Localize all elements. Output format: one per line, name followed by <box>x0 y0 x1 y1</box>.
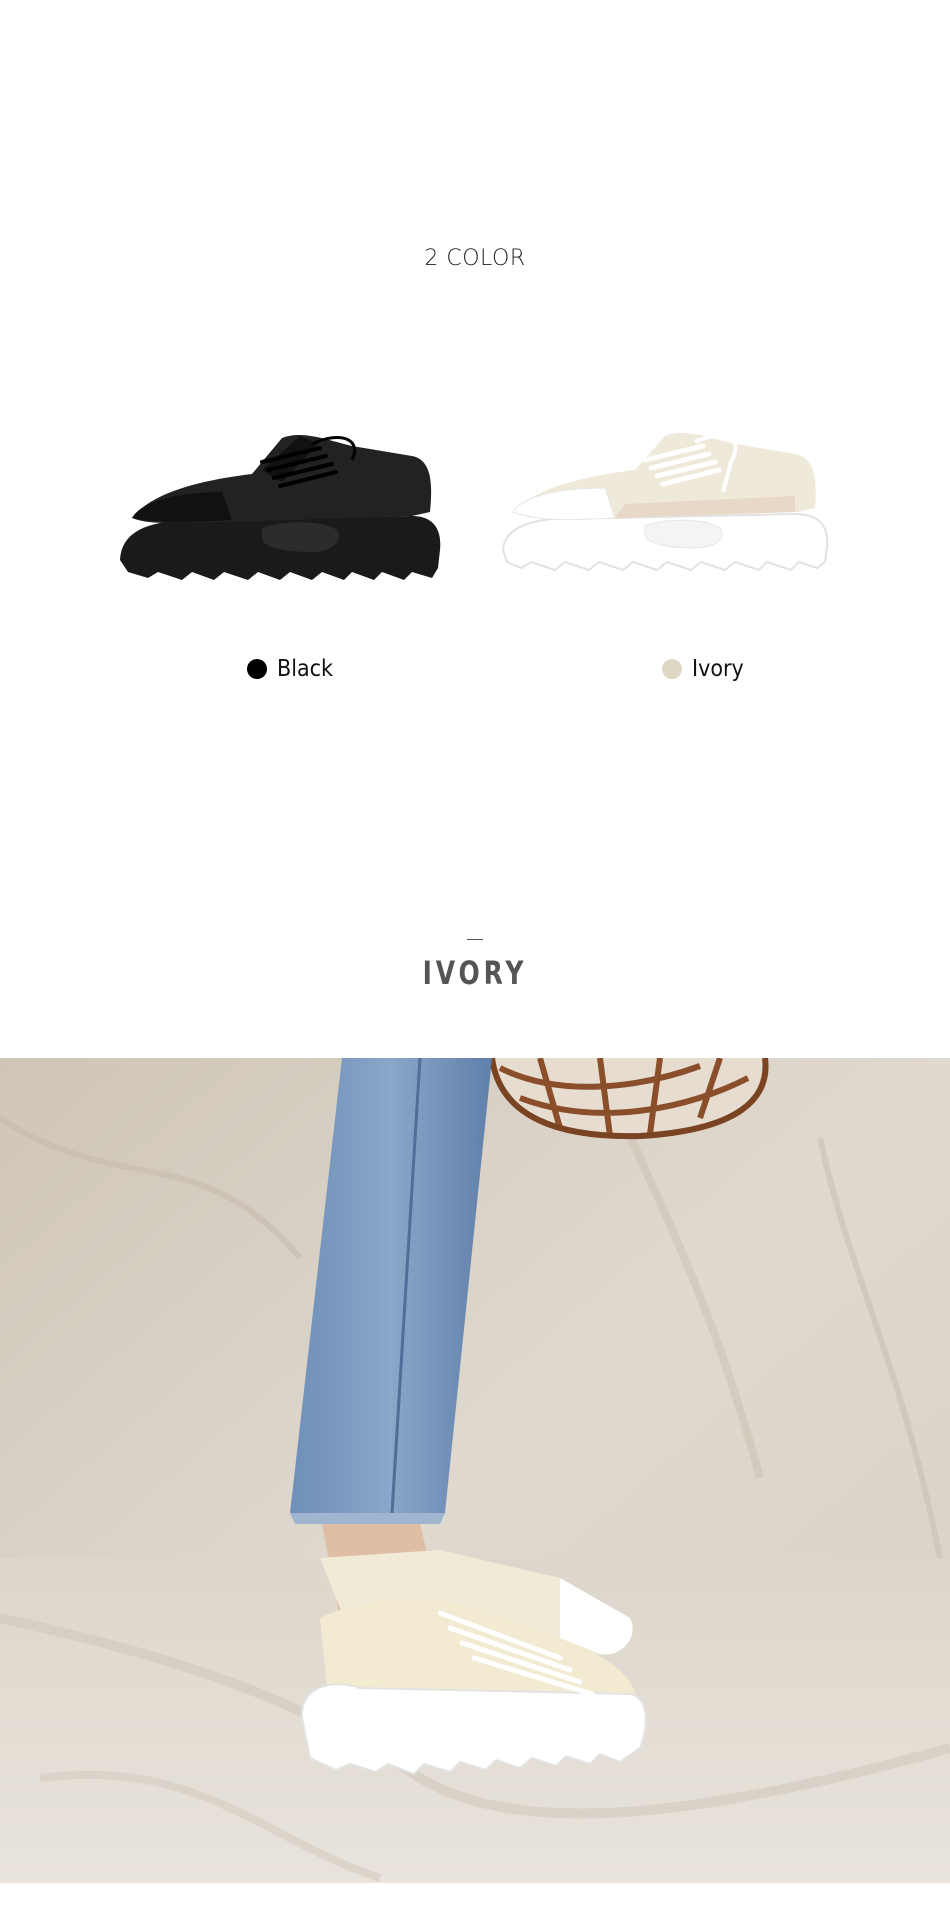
ivory-swatch-icon <box>662 659 682 679</box>
black-swatch-icon <box>247 659 267 679</box>
color-option-label: Ivory <box>692 656 744 682</box>
color-option-black: Black <box>247 656 333 682</box>
colors-title: 2 COLOR <box>424 246 526 271</box>
black-shoe-image <box>112 400 452 600</box>
ivory-heading: IVORY <box>422 954 528 992</box>
ivory-shoe-image <box>495 400 835 600</box>
heading-divider <box>467 939 483 940</box>
color-option-ivory: Ivory <box>662 656 744 682</box>
color-option-label: Black <box>277 656 333 682</box>
lifestyle-photo <box>0 1058 950 1883</box>
